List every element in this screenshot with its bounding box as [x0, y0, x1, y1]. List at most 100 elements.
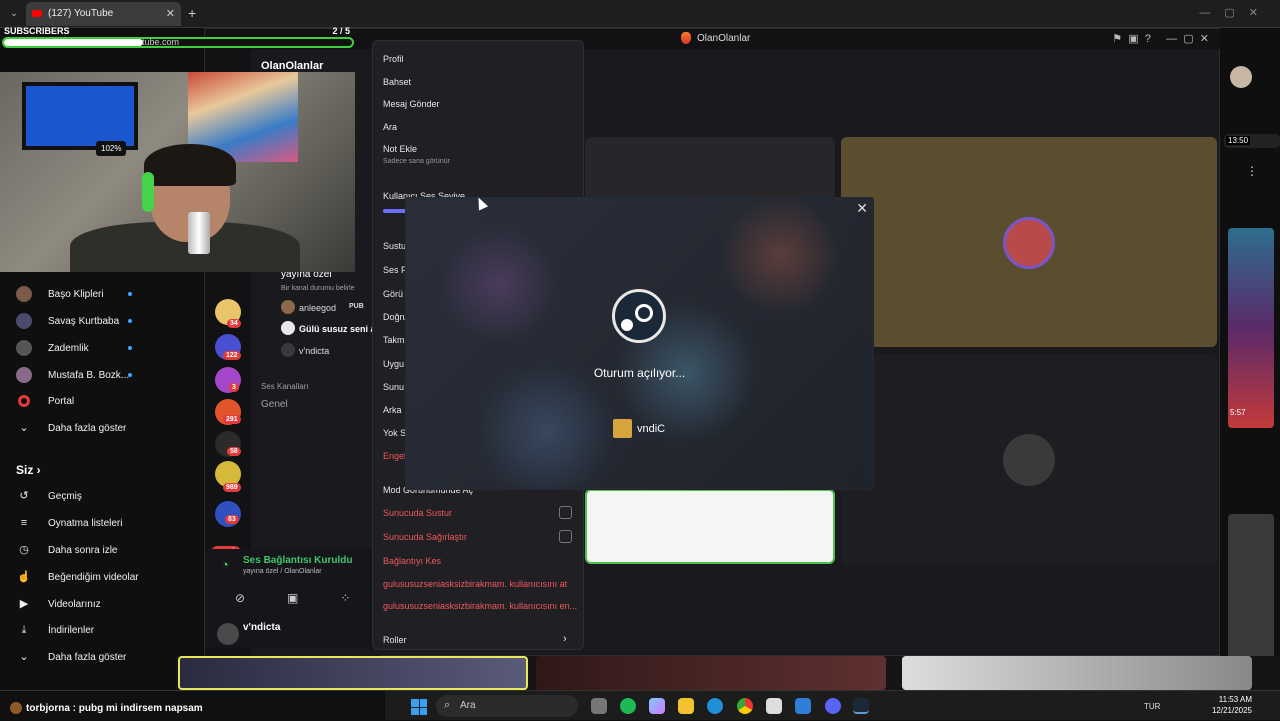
avatar: [1003, 434, 1055, 486]
server-name[interactable]: OlanOlanlar: [261, 60, 323, 72]
steam-logo-piston: [635, 304, 653, 322]
menu-item[interactable]: Ses P: [383, 265, 407, 275]
avatar[interactable]: [217, 623, 239, 645]
member-name[interactable]: v'ndicta: [299, 346, 329, 356]
nav-your-videos[interactable]: ▶ Videolarınız: [0, 590, 175, 616]
video-thumbnail[interactable]: 13:50: [1224, 134, 1280, 148]
menu-item[interactable]: Uygu: [383, 359, 404, 369]
mail-icon[interactable]: [795, 698, 811, 714]
member-name[interactable]: anleegod: [299, 303, 336, 313]
menu-profile[interactable]: Profil: [383, 54, 404, 64]
window-controls[interactable]: —▢✕: [1199, 6, 1272, 19]
menu-item[interactable]: Sunu: [383, 382, 404, 392]
stage-status-hint[interactable]: Bir kanal durumu belirle: [281, 285, 355, 292]
menu-item[interactable]: Takm: [383, 335, 405, 345]
nav-liked-videos[interactable]: ☝ Beğendiğim videolar: [0, 563, 175, 589]
menu-item[interactable]: Yok S: [383, 428, 406, 438]
language-indicator[interactable]: TUR: [1144, 702, 1160, 711]
taskbar-search[interactable]: ⌕ Ara: [436, 695, 578, 717]
menu-block[interactable]: Engel: [383, 451, 406, 461]
you-section-header[interactable]: Siz ›: [16, 463, 41, 477]
subscription-item[interactable]: Zademlik: [0, 334, 175, 360]
chrome-icon[interactable]: [737, 698, 753, 714]
menu-kick[interactable]: gulususuzseniasksizbirakmam. kullanıcısı…: [383, 579, 567, 589]
titlebar-icons[interactable]: ⚑ ▣ ? — ▢ ✕: [1112, 32, 1209, 45]
participant-tile[interactable]: [841, 354, 1217, 564]
live-dot: [128, 346, 132, 350]
participant-tile[interactable]: [841, 137, 1217, 347]
youtube-feed-edge: 13:50 ⋮ 5:57: [1220, 56, 1280, 674]
store-icon[interactable]: [766, 698, 782, 714]
video-thumbnail[interactable]: [536, 656, 886, 690]
browser-tab-strip: ⌄ (127) YouTube ✕ + —▢✕: [0, 0, 1280, 28]
windows-start-icon[interactable]: [411, 699, 427, 715]
server-mute-checkbox[interactable]: [559, 506, 572, 519]
voice-category[interactable]: Ses Kanalları: [261, 382, 309, 391]
voice-controls[interactable]: ⊘▣⁘: [235, 591, 392, 605]
avatar: [281, 300, 295, 314]
youtube-sidebar: Başo Klipleri Savaş Kurtbaba Zademlik Mu…: [0, 270, 175, 690]
nav-downloads[interactable]: ⤓ İndirilenler: [0, 616, 175, 642]
avatar: [16, 286, 32, 302]
stream-tile[interactable]: [585, 489, 835, 564]
show-more-subscriptions[interactable]: ⌄ Daha fazla göster: [0, 414, 175, 440]
server-deafen-checkbox[interactable]: [559, 530, 572, 543]
new-tab-button[interactable]: +: [188, 5, 196, 21]
task-view-icon[interactable]: [591, 698, 607, 714]
voice-location[interactable]: yayına özel / OlanOlanlar: [243, 568, 322, 575]
webcam-tv: [22, 82, 138, 150]
menu-add-note[interactable]: Not Ekle: [383, 144, 417, 154]
copilot-icon[interactable]: [649, 698, 665, 714]
voice-channel-genel[interactable]: Genel: [261, 399, 288, 410]
webcam-person-hair: [144, 144, 236, 186]
steam-icon[interactable]: [853, 698, 869, 714]
subscription-item[interactable]: Savaş Kurtbaba: [0, 307, 175, 333]
nav-watch-later[interactable]: ◷ Daha sonra izle: [0, 536, 175, 562]
video-thumbnail[interactable]: [178, 656, 528, 690]
more-vert-icon[interactable]: ⋮: [1246, 164, 1258, 178]
tab-close-icon[interactable]: ✕: [166, 7, 175, 20]
video-thumbnail[interactable]: [1228, 514, 1274, 674]
video-thumbnail[interactable]: 5:57: [1228, 228, 1274, 428]
menu-item[interactable]: Görü: [383, 289, 403, 299]
server-flame-icon: [681, 32, 691, 44]
show-more-label: Daha fazla göster: [48, 423, 127, 434]
menu-item[interactable]: Sustu: [383, 241, 406, 251]
menu-item[interactable]: Arka: [383, 405, 402, 415]
steam-background: [405, 197, 874, 490]
menu-call[interactable]: Ara: [383, 122, 397, 132]
discord-icon[interactable]: [825, 698, 841, 714]
volume-slider-fill[interactable]: [383, 209, 407, 213]
current-username[interactable]: v'ndicta: [243, 622, 280, 633]
menu-item[interactable]: Doğru: [383, 312, 408, 322]
menu-ban[interactable]: gulususuzseniasksizbirakmam. kullanıcısı…: [383, 601, 577, 611]
show-more-you[interactable]: ⌄ Daha fazla göster: [0, 643, 175, 669]
edge-icon[interactable]: [707, 698, 723, 714]
avatar: [16, 340, 32, 356]
video-thumbnail[interactable]: [902, 656, 1252, 690]
nav-history[interactable]: ↺ Geçmiş: [0, 482, 175, 508]
close-icon[interactable]: ✕: [856, 200, 868, 217]
member-name[interactable]: Gülü susuz seni a: [299, 324, 376, 334]
subscription-item[interactable]: Başo Klipleri: [0, 280, 175, 306]
avatar: [281, 321, 295, 335]
menu-server-deafen[interactable]: Sunucuda Sağırlaştır: [383, 532, 467, 542]
menu-server-mute[interactable]: Sunucuda Sustur: [383, 508, 452, 518]
menu-send-message[interactable]: Mesaj Gönder: [383, 99, 440, 109]
video-duration: 13:50: [1226, 136, 1251, 145]
menu-roles[interactable]: Roller: [383, 635, 407, 645]
avatar[interactable]: [1230, 66, 1252, 88]
tab-youtube[interactable]: (127) YouTube ✕: [26, 2, 181, 26]
spotify-icon[interactable]: [620, 698, 636, 714]
voice-status[interactable]: Ses Bağlantısı Kuruldu: [243, 555, 352, 566]
menu-mention[interactable]: Bahset: [383, 77, 411, 87]
taskbar-clock[interactable]: 11:53 AM 12/21/2025: [1206, 694, 1252, 716]
subscription-item[interactable]: Portal: [0, 387, 175, 413]
subscription-item[interactable]: Mustafa B. Bozk...: [0, 361, 175, 387]
file-explorer-icon[interactable]: [678, 698, 694, 714]
tab-list-chevron-icon[interactable]: ⌄: [6, 6, 22, 22]
avatar: [1003, 217, 1055, 269]
nav-playlists[interactable]: ≡ Oynatma listeleri: [0, 509, 175, 535]
menu-disconnect[interactable]: Bağlantıyı Kes: [383, 556, 441, 566]
clock-time: 11:53 AM: [1218, 695, 1252, 704]
